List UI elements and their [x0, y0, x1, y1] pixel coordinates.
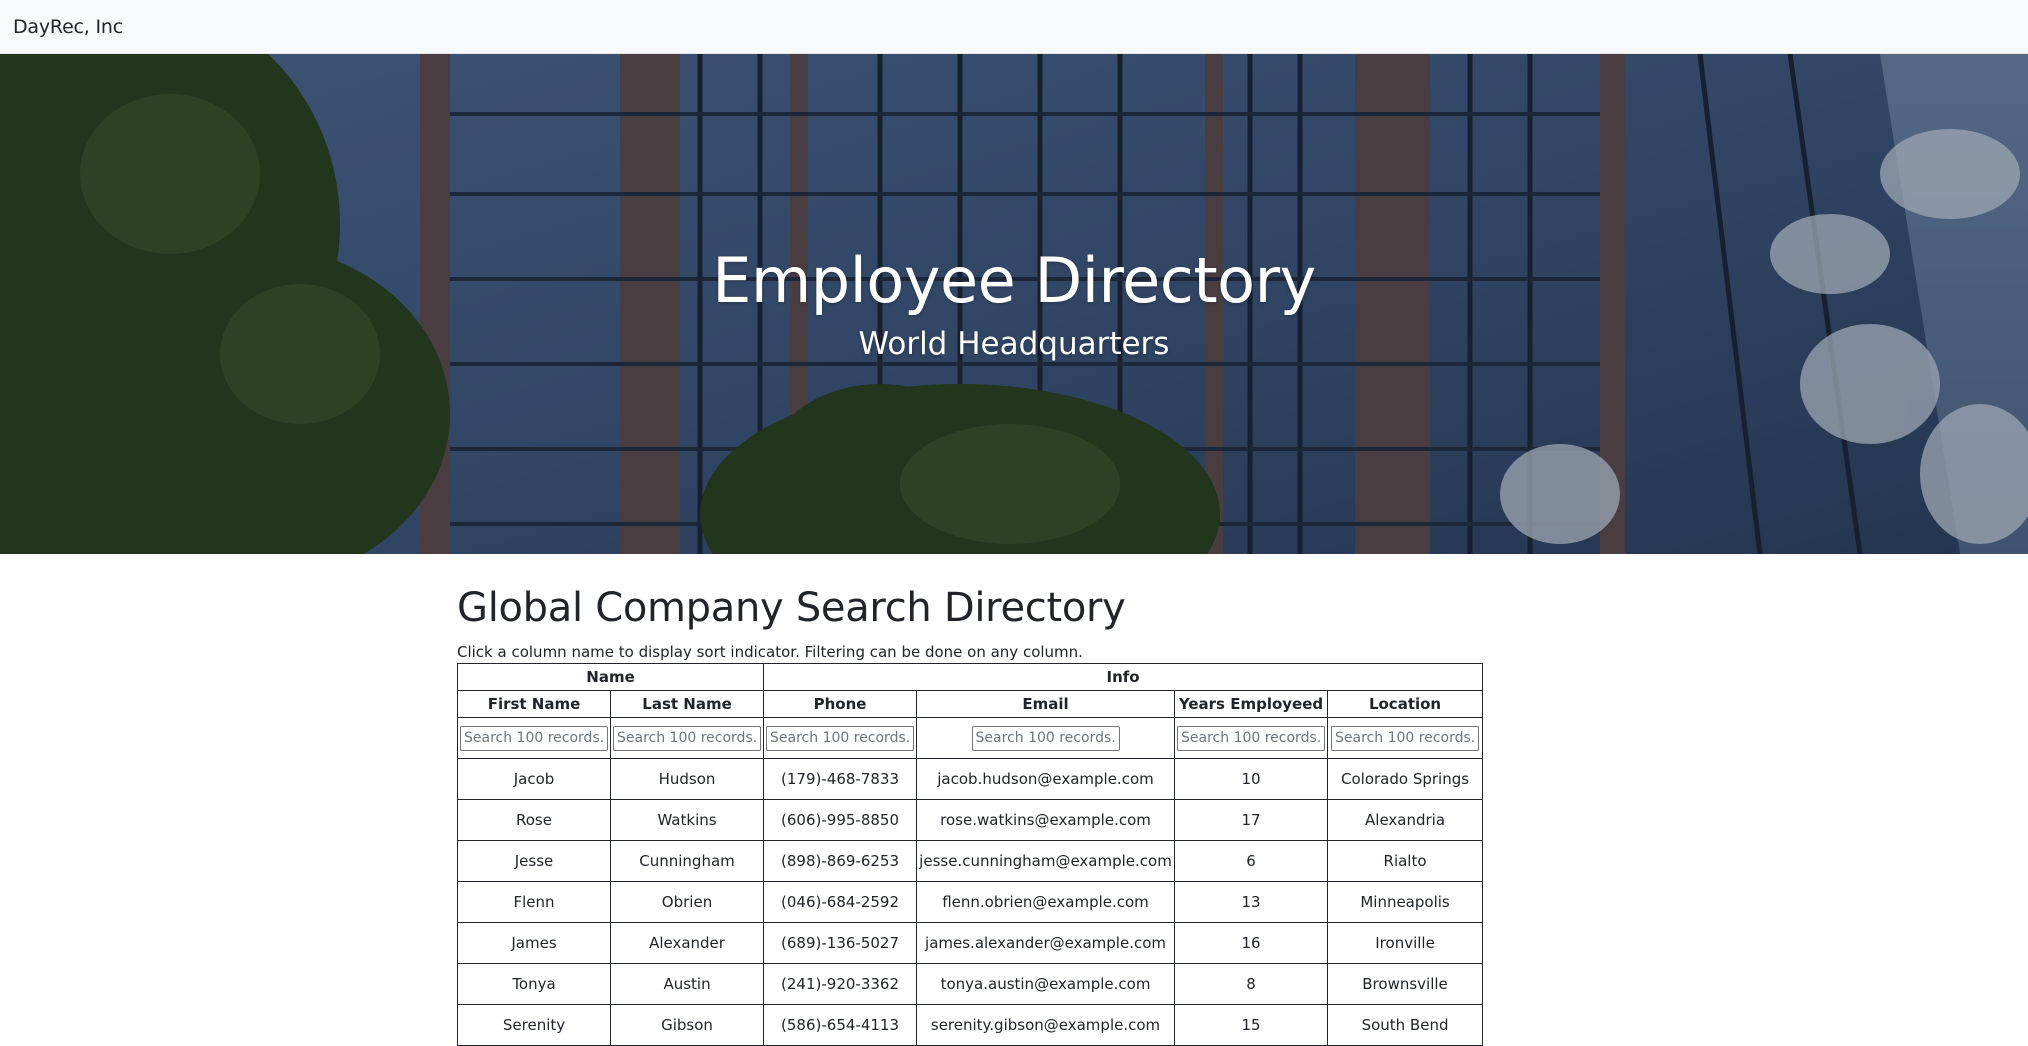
table-row: Jacob Hudson (179)-468-7833 jacob.hudson… — [457, 758, 1484, 800]
cell-last-name: Cunningham — [609, 840, 765, 882]
column-header-location[interactable]: Location — [1327, 690, 1484, 718]
filter-first-name-input[interactable] — [460, 725, 608, 751]
employee-table: Name Info First Name Last Name Phone Ema… — [456, 663, 1484, 1046]
cell-first-name: James — [457, 922, 611, 964]
group-header-name: Name — [456, 663, 765, 691]
cell-years-employed: 15 — [1174, 1004, 1329, 1046]
filter-cell — [763, 717, 918, 759]
cell-email: flenn.obrien@example.com — [916, 881, 1176, 923]
cell-first-name: Jesse — [457, 840, 611, 882]
cell-years-employed: 6 — [1174, 840, 1329, 882]
table-row: Rose Watkins (606)-995-8850 rose.watkins… — [457, 799, 1484, 841]
cell-location: Ironville — [1327, 922, 1484, 964]
filter-row — [457, 717, 1484, 759]
brand-link[interactable]: DayRec, Inc — [13, 16, 123, 38]
cell-phone: (046)-684-2592 — [763, 881, 918, 923]
navbar: DayRec, Inc — [0, 0, 2028, 54]
hero-subtitle: World Headquarters — [858, 326, 1170, 362]
cell-location: Minneapolis — [1327, 881, 1484, 923]
cell-location: South Bend — [1327, 1004, 1484, 1046]
filter-cell — [609, 717, 765, 759]
filter-email-input[interactable] — [971, 725, 1120, 751]
cell-location: Colorado Springs — [1327, 758, 1484, 800]
hero-text: Employee Directory World Headquarters — [0, 244, 2028, 363]
cell-phone: (689)-136-5027 — [763, 922, 918, 964]
cell-email: james.alexander@example.com — [916, 922, 1176, 964]
group-header-info: Info — [763, 663, 1484, 691]
cell-first-name: Rose — [457, 799, 611, 841]
cell-first-name: Tonya — [457, 963, 611, 1005]
cell-email: tonya.austin@example.com — [916, 963, 1176, 1005]
table-row: Tonya Austin (241)-920-3362 tonya.austin… — [457, 963, 1484, 1005]
column-header-email[interactable]: Email — [916, 690, 1176, 718]
page-title: Global Company Search Directory — [457, 585, 1126, 631]
table-row: James Alexander (689)-136-5027 james.ale… — [457, 922, 1484, 964]
cell-years-employed: 13 — [1174, 881, 1329, 923]
cell-last-name: Obrien — [609, 881, 765, 923]
cell-last-name: Alexander — [609, 922, 765, 964]
cell-years-employed: 16 — [1174, 922, 1329, 964]
column-header-row: First Name Last Name Phone Email Years E… — [457, 690, 1484, 718]
cell-last-name: Watkins — [609, 799, 765, 841]
cell-email: serenity.gibson@example.com — [916, 1004, 1176, 1046]
cell-last-name: Gibson — [609, 1004, 765, 1046]
column-header-last-name[interactable]: Last Name — [609, 690, 765, 718]
cell-location: Rialto — [1327, 840, 1484, 882]
table-row: Serenity Gibson (586)-654-4113 serenity.… — [457, 1004, 1484, 1046]
cell-location: Brownsville — [1327, 963, 1484, 1005]
filter-cell — [916, 717, 1176, 759]
cell-years-employed: 8 — [1174, 963, 1329, 1005]
cell-phone: (606)-995-8850 — [763, 799, 918, 841]
cell-years-employed: 10 — [1174, 758, 1329, 800]
cell-years-employed: 17 — [1174, 799, 1329, 841]
filter-location-input[interactable] — [1331, 725, 1480, 751]
cell-email: jesse.cunningham@example.com — [916, 840, 1176, 882]
cell-phone: (586)-654-4113 — [763, 1004, 918, 1046]
cell-first-name: Serenity — [457, 1004, 611, 1046]
filter-last-name-input[interactable] — [613, 725, 761, 751]
cell-email: rose.watkins@example.com — [916, 799, 1176, 841]
column-header-first-name[interactable]: First Name — [457, 690, 611, 718]
filter-phone-input[interactable] — [766, 725, 915, 751]
filter-years-employed-input[interactable] — [1177, 725, 1326, 751]
cell-phone: (898)-869-6253 — [763, 840, 918, 882]
hero-banner: Employee Directory World Headquarters — [0, 54, 2028, 554]
cell-last-name: Austin — [609, 963, 765, 1005]
column-header-phone[interactable]: Phone — [763, 690, 918, 718]
table-row: Jesse Cunningham (898)-869-6253 jesse.cu… — [457, 840, 1484, 882]
filter-cell — [1174, 717, 1329, 759]
sort-hint-text: Click a column name to display sort indi… — [457, 643, 1083, 661]
hero-title: Employee Directory — [712, 244, 1316, 317]
cell-location: Alexandria — [1327, 799, 1484, 841]
cell-first-name: Flenn — [457, 881, 611, 923]
cell-last-name: Hudson — [609, 758, 765, 800]
filter-cell — [1327, 717, 1484, 759]
cell-phone: (241)-920-3362 — [763, 963, 918, 1005]
cell-first-name: Jacob — [457, 758, 611, 800]
filter-cell — [457, 717, 611, 759]
directory-section: Global Company Search Directory Click a … — [456, 585, 1484, 1046]
cell-email: jacob.hudson@example.com — [916, 758, 1176, 800]
group-header-row: Name Info — [456, 663, 1484, 691]
table-row: Flenn Obrien (046)-684-2592 flenn.obrien… — [457, 881, 1484, 923]
column-header-years-employed[interactable]: Years Employeed — [1174, 690, 1329, 718]
cell-phone: (179)-468-7833 — [763, 758, 918, 800]
